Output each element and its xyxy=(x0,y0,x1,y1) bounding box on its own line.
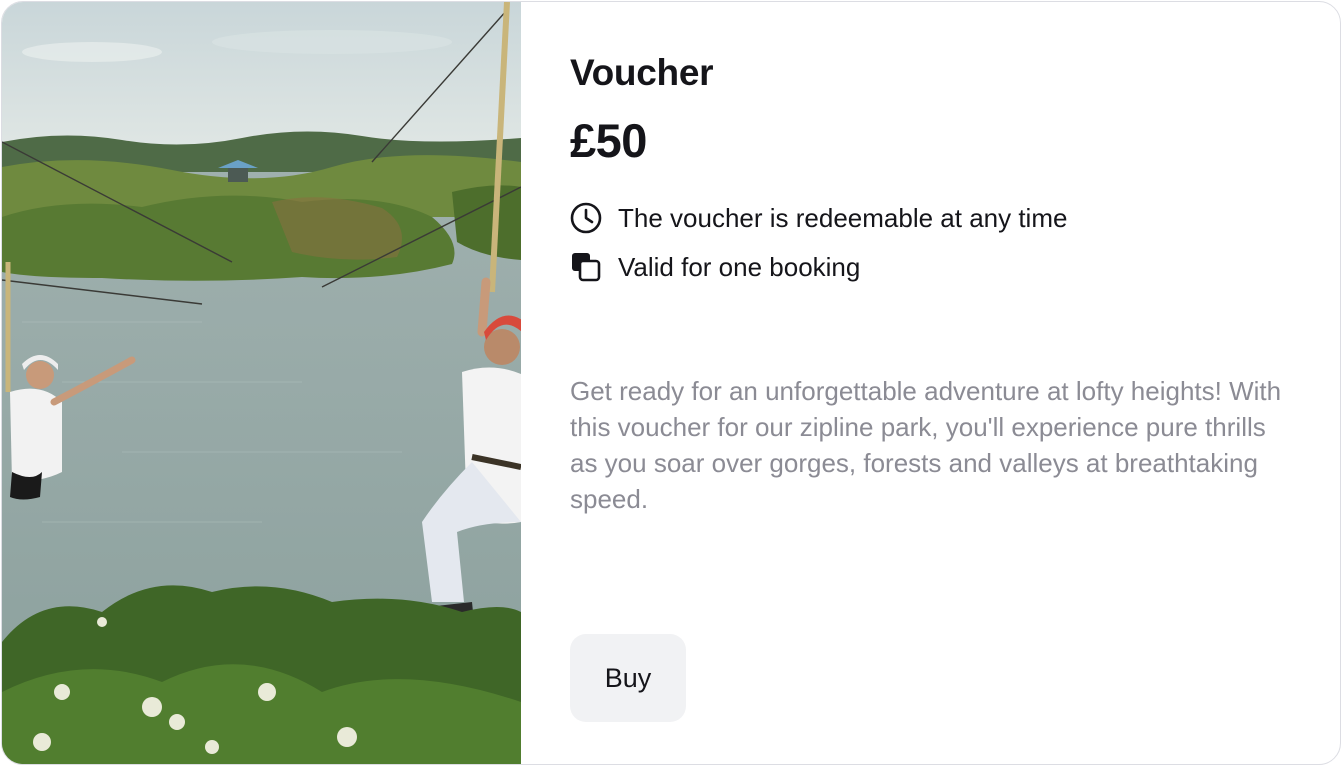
voucher-description: Get ready for an unforgettable adventure… xyxy=(570,376,1282,514)
feature-valid-once: Valid for one booking xyxy=(569,250,860,284)
voucher-details: Voucher £50 The voucher is redeemable at… xyxy=(569,2,1309,764)
voucher-price: £50 xyxy=(570,114,647,167)
voucher-title: Voucher xyxy=(570,52,714,93)
feature-redeemable: The voucher is redeemable at any time xyxy=(569,201,1067,235)
clock-icon xyxy=(569,201,603,235)
zipline-photo xyxy=(2,2,521,764)
buy-button[interactable]: Buy xyxy=(570,634,686,722)
voucher-card: Voucher £50 The voucher is redeemable at… xyxy=(1,1,1341,765)
feature-text: The voucher is redeemable at any time xyxy=(618,202,1068,233)
copy-icon xyxy=(569,250,603,284)
feature-text: Valid for one booking xyxy=(618,251,861,282)
